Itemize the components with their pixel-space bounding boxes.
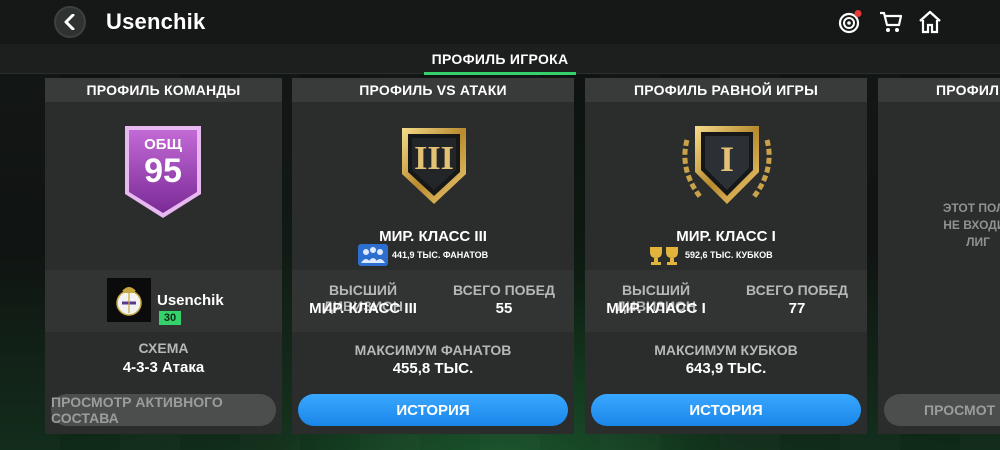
max-cups-value: 643,9 ТЫС.: [685, 360, 767, 377]
division-name: МИР. КЛАСС III: [379, 228, 487, 245]
history-button[interactable]: ИСТОРИЯ: [298, 394, 568, 426]
message-line: НЕ ВХОДИТ: [943, 218, 1000, 232]
tab-player-profile[interactable]: ПРОФИЛЬ ИГРОКА: [424, 44, 576, 75]
tab-bar: ПРОФИЛЬ ИГРОКА: [0, 44, 1000, 75]
team-profile-card: ПРОФИЛЬ КОМАНДЫ ОБЩ 95 Usenchik 30 СХЕМА…: [45, 78, 282, 434]
max-fans-value: 455,8 ТЫС.: [392, 360, 474, 377]
total-wins-value: 77: [788, 300, 806, 317]
trophy-icon: [650, 247, 678, 265]
manager-level-badge: 30: [159, 311, 181, 325]
cups-row: 592,6 ТЫС. КУБКОВ: [647, 244, 773, 266]
vs-attack-profile-card: ПРОФИЛЬ VS АТАКИ III МИР. КЛАСС III 441,…: [292, 78, 574, 434]
card-title: ПРОФИЛЬ РАВНОЙ ИГРЫ: [585, 78, 867, 102]
cups-count: 592,6 ТЫС. КУБКОВ: [685, 250, 773, 260]
message-line: ЭТОТ ПОЛЬ: [942, 201, 1000, 215]
max-cups-label: МАКСИМУМ КУБКОВ: [654, 342, 798, 358]
home-button[interactable]: [918, 10, 942, 34]
total-wins-label: ВСЕГО ПОБЕД: [746, 282, 848, 298]
rating-label: ОБЩ: [144, 136, 182, 153]
h2h-profile-card: ПРОФИЛЬ РАВНОЙ ИГРЫ I МИР. КЛАСС I 592,6…: [585, 78, 867, 434]
top-bar: Usenchik: [0, 0, 1000, 44]
formation-label: СХЕМА: [138, 340, 189, 356]
back-button[interactable]: [54, 6, 86, 38]
view-league-button-label: ПРОСМОТ: [924, 402, 996, 418]
division-numeral: I: [719, 139, 734, 179]
fans-row: 441,9 ТЫС. ФАНАТОВ: [358, 244, 488, 266]
league-profile-card: ПРОФИЛ ЭТОТ ПОЛЬ НЕ ВХОДИТ ЛИГ ПРОСМОТ: [878, 78, 1000, 434]
view-league-button[interactable]: ПРОСМОТ: [884, 394, 1000, 426]
rating-value: 95: [144, 152, 182, 190]
back-icon: [64, 14, 75, 30]
home-icon: [919, 10, 941, 34]
card-title: ПРОФИЛЬ VS АТАКИ: [292, 78, 574, 102]
fans-icon: [358, 244, 388, 266]
division-emblem: III: [398, 122, 470, 206]
card-title: ПРОФИЛЬ КОМАНДЫ: [45, 78, 282, 102]
overall-rating-badge: ОБЩ 95: [121, 124, 205, 220]
highest-division-value: МИР. КЛАСС III: [309, 300, 417, 317]
total-wins-label: ВСЕГО ПОБЕД: [453, 282, 555, 298]
store-button[interactable]: [879, 10, 903, 34]
club-crest: [107, 278, 151, 322]
formation-value: 4-3-3 Атака: [122, 359, 205, 376]
cart-icon: [880, 11, 903, 32]
total-wins-value: 55: [495, 300, 513, 317]
message-line: ЛИГ: [966, 235, 990, 249]
club-crest-icon: [116, 287, 142, 316]
division-emblem: I: [677, 120, 777, 208]
fans-count: 441,9 ТЫС. ФАНАТОВ: [392, 250, 489, 260]
manager-name: Usenchik: [157, 292, 224, 309]
max-fans-label: МАКСИМУМ ФАНАТОВ: [354, 342, 512, 358]
not-in-league-message: ЭТОТ ПОЛЬ НЕ ВХОДИТ ЛИГ: [908, 200, 1000, 251]
history-button[interactable]: ИСТОРИЯ: [591, 394, 861, 426]
objectives-button[interactable]: [838, 10, 862, 34]
card-title: ПРОФИЛ: [878, 78, 1000, 102]
highest-division-value: МИР. КЛАСС I: [606, 300, 706, 317]
division-name: МИР. КЛАСС I: [676, 228, 776, 245]
page-title: Usenchik: [106, 9, 206, 34]
division-numeral: III: [414, 140, 454, 177]
view-active-squad-button[interactable]: ПРОСМОТР АКТИВНОГО СОСТАВА: [51, 394, 276, 426]
target-icon: [838, 10, 862, 34]
